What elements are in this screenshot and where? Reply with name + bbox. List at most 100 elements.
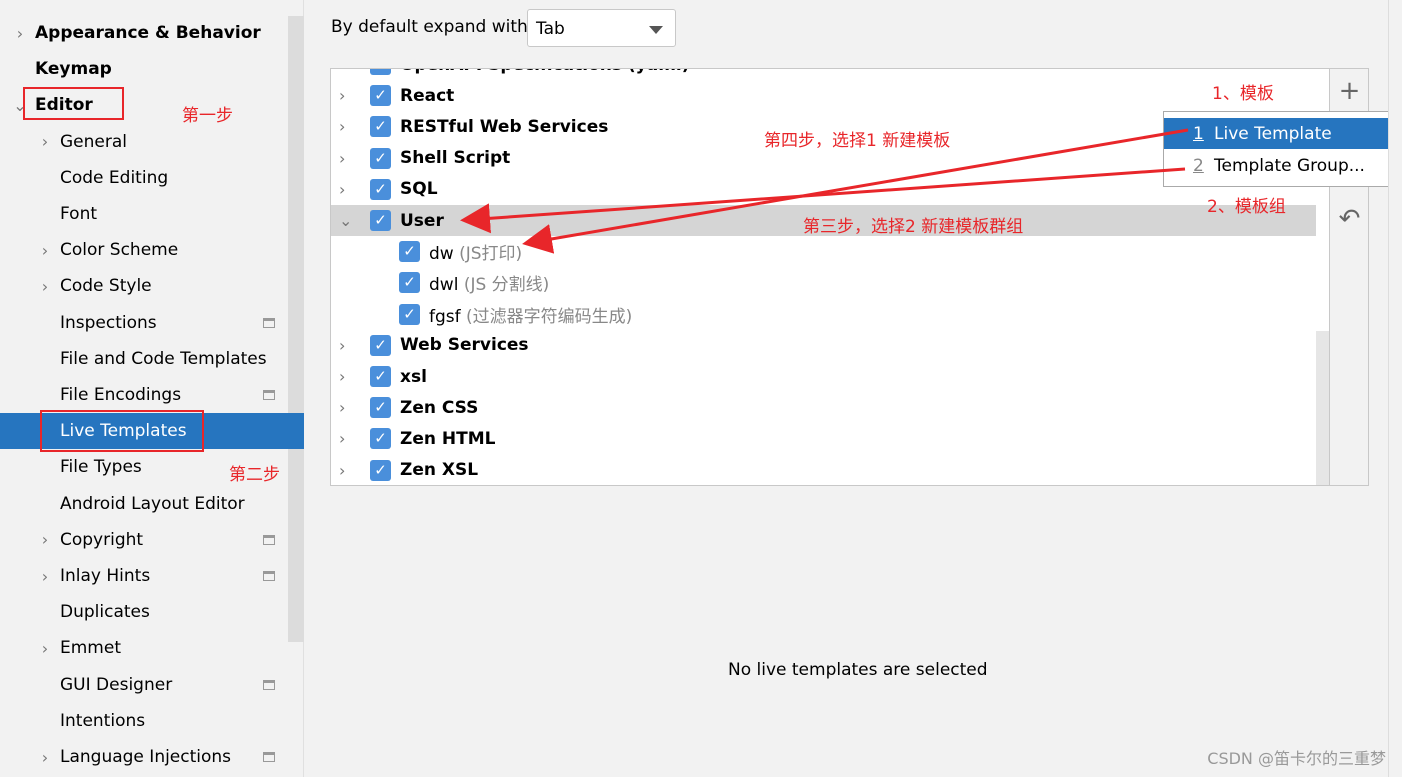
tree-scrollbar[interactable] [1316, 331, 1329, 485]
group-row[interactable]: › ✓ React [331, 80, 1316, 111]
sidebar-item-label: Inspections [60, 312, 157, 333]
sidebar-item-label: File Encodings [60, 385, 182, 405]
group-row[interactable]: › ✓ xsl [331, 361, 1316, 392]
watermark: CSDN @笛卡尔的三重梦 [1207, 749, 1386, 768]
sidebar-item-label: Android Layout Editor [60, 493, 245, 514]
checkbox[interactable]: ✓ [370, 428, 391, 450]
chevron-right-icon[interactable]: › [35, 639, 55, 658]
project-scope-icon [263, 571, 275, 581]
sidebar-item-copyright[interactable]: › Copyright [0, 522, 288, 558]
sidebar-item-general[interactable]: › General [0, 124, 288, 160]
chevron-right-icon[interactable]: › [339, 180, 345, 199]
right-edge [1388, 0, 1402, 777]
sidebar-item-label: Font [60, 204, 98, 224]
sidebar-item-label: Appearance & Behavior [35, 23, 261, 43]
sidebar-item-inspections[interactable]: Inspections [0, 305, 288, 341]
row-name: RESTful Web Services [400, 116, 609, 137]
checkbox[interactable]: ✓ [370, 210, 391, 231]
row-label: Web Services [400, 335, 529, 355]
sidebar-item-code-style[interactable]: › Code Style [0, 268, 288, 304]
chevron-right-icon[interactable]: › [35, 748, 55, 767]
checkbox[interactable]: ✓ [370, 366, 391, 387]
sidebar-item-label: Color Scheme [60, 240, 179, 261]
sidebar-item-file-encodings[interactable]: File Encodings [0, 377, 288, 413]
checkbox[interactable]: ✓ [370, 147, 391, 169]
annotation-step3: 第三步，选择2 新建模板群组 [803, 217, 1024, 237]
checkbox[interactable]: ✓ [370, 69, 391, 75]
sidebar-item-android-layout-editor[interactable]: Android Layout Editor [0, 486, 288, 522]
group-row[interactable]: › ✓ Zen CSS [331, 392, 1316, 423]
menu-label: Template Group... [1214, 155, 1365, 176]
sidebar-item-color-scheme[interactable]: › Color Scheme [0, 232, 288, 268]
checkbox[interactable]: ✓ [370, 459, 391, 481]
row-name: React [400, 85, 455, 106]
group-row[interactable]: › ✓ Zen HTML [331, 423, 1316, 454]
dropdown-arrow-icon [649, 26, 663, 34]
sidebar-item-gui-designer[interactable]: GUI Designer [0, 667, 288, 703]
expand-with-select[interactable]: Tab [527, 9, 676, 47]
menu-label: Live Template [1214, 123, 1332, 144]
checkbox[interactable]: ✓ [370, 334, 391, 356]
checkbox[interactable]: ✓ [399, 303, 420, 325]
group-row[interactable]: › ✓ Zen XSL [331, 455, 1316, 485]
project-scope-icon [263, 534, 275, 545]
chevron-right-icon[interactable]: › [35, 567, 55, 586]
sidebar-item-keymap[interactable]: Keymap [0, 51, 288, 87]
row-label: OpenAPI Specifications (yaml) [400, 69, 690, 75]
chevron-right-icon[interactable]: › [339, 461, 345, 480]
row-label: Zen CSS [400, 398, 478, 418]
checkbox[interactable]: ✓ [370, 397, 391, 419]
revert-icon[interactable]: ↶ [1330, 199, 1369, 239]
sidebar-item-language-injections[interactable]: › Language Injections [0, 739, 288, 775]
checkbox[interactable]: ✓ [370, 178, 391, 200]
chevron-right-icon[interactable]: › [35, 277, 55, 296]
group-row[interactable]: › ✓ Web Services [331, 330, 1316, 361]
sidebar-item-emmet[interactable]: › Emmet [0, 630, 288, 666]
chevron-right-icon[interactable]: › [339, 69, 345, 74]
sidebar-item-file-and-code-templates[interactable]: File and Code Templates [0, 341, 288, 377]
sidebar-item-label: File Types [60, 457, 142, 478]
row-name: SQL [400, 179, 438, 200]
sidebar-item-font[interactable]: Font [0, 196, 288, 232]
menu-item-template-group[interactable]: 2 Template Group... [1164, 150, 1402, 181]
annotation-box-live-templates [40, 410, 204, 452]
group-row[interactable]: › ✓ OpenAPI Specifications (yaml) [331, 69, 1316, 80]
add-icon[interactable]: + [1330, 71, 1369, 111]
sidebar-item-duplicates[interactable]: Duplicates [0, 594, 288, 630]
chevron-right-icon[interactable]: › [10, 24, 30, 43]
chevron-right-icon[interactable]: › [339, 117, 345, 136]
project-scope-icon [263, 752, 275, 762]
sidebar-item-label: Language Injections [60, 747, 232, 767]
row-label: xsl [400, 367, 427, 387]
sidebar-scrollbar[interactable] [288, 16, 304, 642]
chevron-right-icon[interactable]: › [35, 530, 55, 549]
chevron-right-icon[interactable]: › [339, 367, 345, 386]
sidebar-item-code-editing[interactable]: Code Editing [0, 160, 288, 196]
chevron-right-icon[interactable]: › [35, 132, 55, 151]
chevron-down-icon[interactable]: ⌄ [339, 211, 352, 230]
row-description: (JS 分割线) [463, 275, 550, 296]
sidebar-item-inlay-hints[interactable]: › Inlay Hints [0, 558, 288, 594]
sidebar-item-label: Code Editing [60, 167, 169, 188]
template-row[interactable]: ✓ dw (JS打印) [331, 236, 1316, 267]
template-row[interactable]: ✓ fgsf (过滤器字符编码生成) [331, 299, 1316, 330]
row-label: User [400, 211, 444, 231]
chevron-right-icon[interactable]: › [339, 86, 345, 105]
checkbox[interactable]: ✓ [399, 241, 420, 263]
checkbox[interactable]: ✓ [370, 116, 391, 138]
chevron-right-icon[interactable]: › [35, 241, 55, 260]
sidebar-item-appearance-behavior[interactable]: › Appearance & Behavior [0, 15, 288, 51]
chevron-right-icon[interactable]: › [339, 429, 345, 448]
chevron-right-icon[interactable]: › [339, 149, 345, 168]
project-scope-icon [263, 679, 275, 690]
sidebar-item-label: General [60, 131, 127, 152]
menu-item-live-template[interactable]: 1 Live Template [1164, 118, 1402, 149]
checkbox[interactable]: ✓ [370, 85, 391, 107]
sidebar-item-intentions[interactable]: Intentions [0, 703, 288, 739]
checkbox[interactable]: ✓ [399, 272, 420, 294]
chevron-right-icon[interactable]: › [339, 398, 345, 417]
template-row[interactable]: ✓ dwl (JS 分割线) [331, 267, 1316, 298]
row-label: fgsf (过滤器字符编码生成) [429, 302, 632, 327]
annotation-step2: 第二步 [229, 465, 280, 485]
chevron-right-icon[interactable]: › [339, 336, 345, 355]
